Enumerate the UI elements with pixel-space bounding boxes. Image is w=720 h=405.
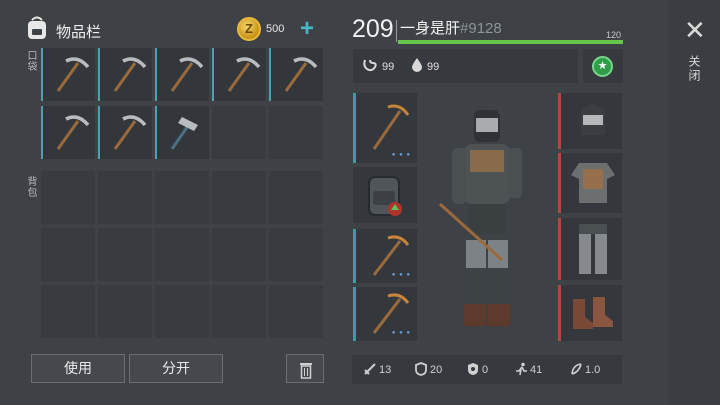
star-icon[interactable]: ★ [592,56,613,77]
food-value: 99 [382,61,395,73]
header-divider [396,20,397,42]
backpack-slot[interactable] [155,228,209,281]
trash-button[interactable] [286,354,324,383]
backpack-icon [28,16,46,39]
sword-icon [364,363,376,375]
player-name: 一身是肝 [400,20,461,37]
speed-stat: 41 [514,362,542,376]
chest-armor-icon [571,163,615,203]
equip-slot-weapon-1[interactable]: ● ● ● [353,93,417,163]
pocket-label: 口袋 [25,50,36,72]
backpack-slot[interactable] [212,171,266,224]
running-icon [516,362,527,376]
equip-slot-weapon-3[interactable]: ● ● ● [353,287,417,341]
equip-slot-feet[interactable] [558,285,622,341]
xp-max: 120 [606,30,622,40]
use-button[interactable]: 使用 [31,354,125,383]
pickaxe-icon [227,57,261,92]
radiation-icon [468,363,478,375]
trash-icon [300,363,312,379]
helmet-icon [581,104,605,135]
backpack-slot[interactable] [155,171,209,224]
pocket-slot[interactable] [41,106,95,159]
player-level: 209 [352,15,394,43]
pickaxe-icon [170,57,204,92]
quality-dots: ● ● ● [391,272,411,278]
backpack-slot[interactable] [98,285,152,338]
pocket-slot[interactable] [269,48,323,101]
pocket-slot[interactable] [269,106,323,159]
weight-stat: 1.0 [569,362,600,376]
equip-slot-backpack[interactable] [353,167,417,223]
pickaxe-icon [284,57,318,92]
equip-slot-legs[interactable] [558,218,622,280]
shield-icon [415,362,427,376]
radiation-stat: 0 [466,362,488,376]
quality-dots: ● ● ● [391,330,411,336]
backpack-slot[interactable] [155,285,209,338]
backpack-slot[interactable] [41,171,95,224]
pickaxe-icon [56,57,90,92]
weight-value: 1.0 [585,364,601,376]
equip-slot-chest[interactable] [558,153,622,213]
backpack-slot[interactable] [269,228,323,281]
inventory-title: 物品栏 [56,24,102,41]
coin-icon: Z [237,17,261,41]
armor-value: 20 [430,364,443,376]
feather-icon [571,363,582,375]
backpack-label: 背包 [25,176,36,198]
add-coins-button[interactable]: + [300,15,314,43]
hammer-icon [170,117,198,150]
radiation-value: 0 [482,364,489,376]
pocket-slot[interactable] [212,106,266,159]
pickaxe-icon [113,57,147,92]
player-name-line: 一身是肝#9128 [400,17,502,38]
close-icon[interactable]: ✕ [684,17,706,43]
attack-stat: 13 [363,362,391,376]
backpack-slot[interactable] [269,171,323,224]
backpack-slot[interactable] [41,285,95,338]
backpack-item-icon [368,176,402,216]
coin-count: 500 [266,23,285,35]
stomach-icon [363,59,377,72]
water-value: 99 [427,61,440,73]
pocket-slot[interactable] [41,48,95,101]
speed-value: 41 [530,364,543,376]
leg-armor-icon [579,224,607,274]
pickaxe-icon [56,115,90,150]
pickaxe-icon [113,115,147,150]
pocket-slot[interactable] [98,48,152,101]
pocket-slot[interactable] [155,48,209,101]
attack-value: 13 [379,364,392,376]
character-model [438,110,522,326]
split-button[interactable]: 分开 [129,354,223,383]
pocket-slot[interactable] [212,48,266,101]
quality-dots: ● ● ● [391,152,411,158]
pickaxe-icon [372,104,410,150]
equip-slot-head[interactable] [558,93,622,149]
close-label[interactable]: 关闭 [686,55,703,83]
boots-icon [573,297,613,329]
pocket-slot[interactable] [155,106,209,159]
backpack-slot[interactable] [212,285,266,338]
backpack-slot[interactable] [212,228,266,281]
xp-bar-fill [398,40,623,44]
equip-slot-weapon-2[interactable]: ● ● ● [353,229,417,283]
water-drop-icon [412,58,422,72]
backpack-slot[interactable] [41,228,95,281]
pocket-slot[interactable] [98,106,152,159]
player-id: #9128 [460,20,502,37]
backpack-slot[interactable] [98,171,152,224]
armor-stat: 20 [414,362,442,376]
backpack-slot[interactable] [269,285,323,338]
backpack-slot[interactable] [98,228,152,281]
